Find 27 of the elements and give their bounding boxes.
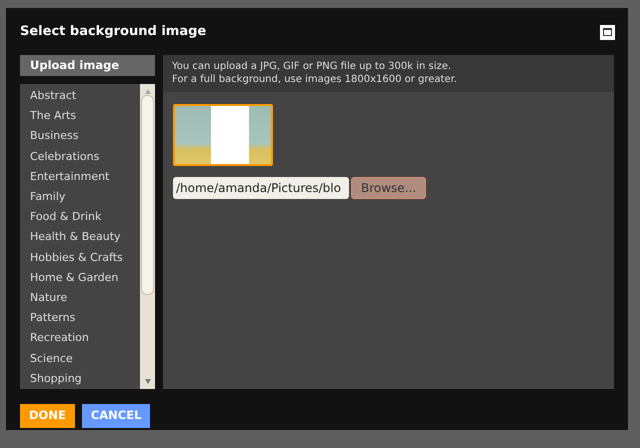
- category-item[interactable]: Hobbies & Crafts: [20, 248, 140, 268]
- category-item[interactable]: Patterns: [20, 308, 140, 328]
- dialog-title: Select background image: [20, 23, 206, 42]
- photo-placeholder: [249, 106, 271, 164]
- category-item[interactable]: Abstract: [20, 86, 140, 106]
- category-item[interactable]: Health & Beauty: [20, 227, 140, 248]
- image-thumbnail[interactable]: [173, 104, 273, 166]
- category-item[interactable]: Family: [20, 187, 140, 208]
- category-item[interactable]: Food & Drink: [20, 207, 140, 228]
- category-item[interactable]: The Arts: [20, 106, 140, 126]
- category-item[interactable]: Entertainment: [20, 166, 140, 188]
- maximize-icon[interactable]: [600, 24, 615, 40]
- category-item[interactable]: Recreation: [20, 328, 140, 349]
- info-text: You can upload a JPG, GIF or PNG file up to 300k in size.: [172, 60, 452, 73]
- category-item[interactable]: Shopping: [20, 368, 140, 390]
- category-item[interactable]: Home & Garden: [20, 268, 140, 288]
- upload-image-tab[interactable]: Upload image: [20, 55, 155, 76]
- category-item[interactable]: Celebrations: [20, 146, 140, 167]
- info-text: For a full background, use images 1800x1600 or greater.: [172, 73, 458, 86]
- photo-placeholder: [175, 106, 211, 164]
- scroll-down-arrow-icon[interactable]: [144, 379, 150, 384]
- category-item[interactable]: Science: [20, 348, 140, 369]
- category-item[interactable]: Nature: [20, 288, 140, 308]
- scrollbar[interactable]: [140, 84, 155, 389]
- category-item[interactable]: Business: [20, 126, 140, 147]
- file-path-field[interactable]: /home/amanda/Pictures/blo: [173, 177, 349, 199]
- browse-button[interactable]: Browse...: [351, 177, 426, 199]
